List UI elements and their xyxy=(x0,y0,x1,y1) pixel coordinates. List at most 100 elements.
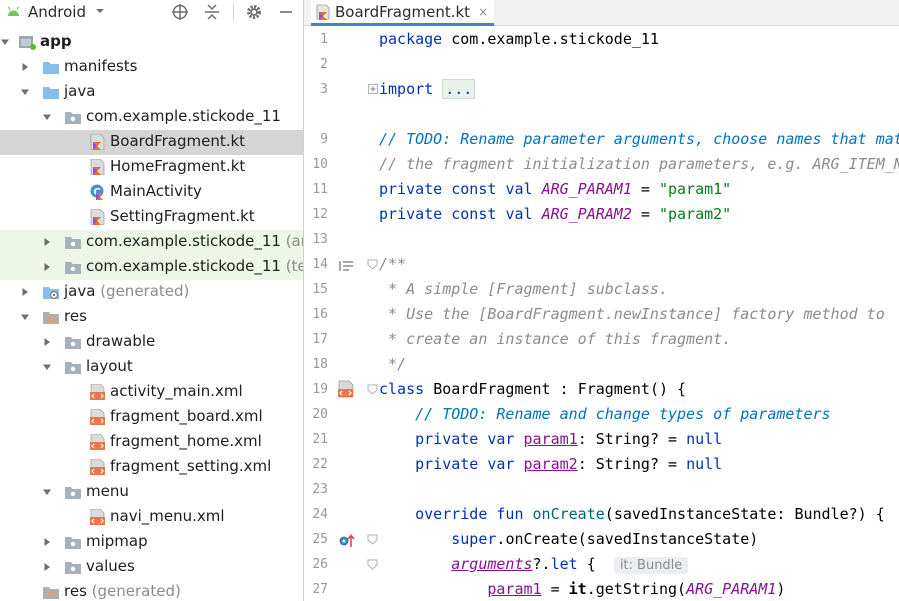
fold-collapse-icon[interactable] xyxy=(367,259,378,270)
hide-panel-button[interactable] xyxy=(276,2,296,22)
chevron-right-icon[interactable] xyxy=(42,237,52,247)
tree-item[interactable]: res (generated) xyxy=(0,580,303,601)
chevron-right-icon[interactable] xyxy=(42,262,52,272)
line-number: 2 xyxy=(320,57,328,72)
xml-layout-icon xyxy=(90,409,105,425)
chevron-down-icon[interactable] xyxy=(42,362,52,372)
line-number: 10 xyxy=(312,157,328,172)
code-line[interactable]: */ xyxy=(379,355,406,380)
chevron-right-icon[interactable] xyxy=(42,537,52,547)
package-icon xyxy=(65,262,81,274)
code-line[interactable]: // TODO: Rename parameter arguments, cho… xyxy=(379,130,899,155)
line-number: 17 xyxy=(312,332,328,347)
tree-item[interactable]: com.example.stickode_11 xyxy=(0,105,303,130)
tree-item[interactable]: java (generated) xyxy=(0,280,303,305)
code-line[interactable]: super.onCreate(savedInstanceState) xyxy=(379,530,758,555)
tree-item-label: layout xyxy=(86,357,133,375)
tree-item[interactable]: menu xyxy=(0,480,303,505)
line-number: 9 xyxy=(320,132,328,147)
tree-item[interactable]: fragment_home.xml xyxy=(0,430,303,455)
override-icon[interactable] xyxy=(339,534,355,548)
tree-item[interactable]: mipmap xyxy=(0,530,303,555)
code-line[interactable]: param1 = it.getString(ARG_PARAM1) xyxy=(379,580,785,601)
line-number: 18 xyxy=(312,357,328,372)
editor-gutter: 1 2 3 9 10 11 12 13 14 15 16 17 18 19 20… xyxy=(304,27,379,601)
line-number: 1 xyxy=(320,32,328,47)
chevron-down-icon[interactable] xyxy=(20,312,30,322)
chevron-down-icon[interactable] xyxy=(42,487,52,497)
fold-collapse-icon[interactable] xyxy=(367,559,378,570)
code-line[interactable]: package com.example.stickode_11 xyxy=(379,30,659,55)
chevron-down-icon[interactable] xyxy=(94,5,106,17)
code-line[interactable]: class BoardFragment : Fragment() { xyxy=(379,380,686,405)
tree-item[interactable]: app xyxy=(0,30,303,55)
tree-item[interactable]: C MainActivity xyxy=(0,180,303,205)
tree-item-label: values xyxy=(86,557,135,575)
code-editor: BoardFragment.kt × 1 2 3 9 10 11 12 13 1… xyxy=(304,0,899,601)
code-line[interactable]: private var param1: String? = null xyxy=(379,430,722,455)
tree-item[interactable]: layout xyxy=(0,355,303,380)
editor-tab-bar: BoardFragment.kt × xyxy=(304,0,899,26)
tree-item[interactable]: java xyxy=(0,80,303,105)
code-line[interactable]: import ... xyxy=(379,79,476,105)
tree-item[interactable]: navi_menu.xml xyxy=(0,505,303,530)
layout-file-link-icon[interactable] xyxy=(337,380,355,398)
tree-item[interactable]: values xyxy=(0,555,303,580)
package-icon xyxy=(65,362,81,374)
collapse-all-button[interactable] xyxy=(202,2,222,22)
code-line[interactable]: * A simple [Fragment] subclass. xyxy=(379,280,668,305)
fold-collapse-icon[interactable] xyxy=(367,384,378,395)
tree-item-label: manifests xyxy=(64,57,138,75)
tree-item[interactable]: com.example.stickode_11 (test) xyxy=(0,255,303,280)
chevron-down-icon[interactable] xyxy=(42,112,52,122)
locate-file-button[interactable] xyxy=(170,2,190,22)
tree-item[interactable]: HomeFragment.kt xyxy=(0,155,303,180)
kotlin-class-icon: C xyxy=(90,184,104,200)
fold-collapse-icon[interactable] xyxy=(367,534,378,545)
line-number: 21 xyxy=(312,432,328,447)
code-line[interactable]: // TODO: Rename and change types of para… xyxy=(379,405,830,430)
chevron-right-icon[interactable] xyxy=(20,287,30,297)
tree-item-hint: (generated) xyxy=(86,582,181,600)
settings-button[interactable] xyxy=(244,2,264,22)
tree-item-label: drawable xyxy=(86,332,156,350)
code-line[interactable]: private const val ARG_PARAM2 = "param2" xyxy=(379,205,731,230)
fold-expand-icon[interactable] xyxy=(368,84,378,94)
chevron-down-icon[interactable] xyxy=(0,37,10,47)
tree-item[interactable]: fragment_board.xml xyxy=(0,405,303,430)
tree-item-label: com.example.stickode_11 (test) xyxy=(86,257,303,275)
tree-item[interactable]: manifests xyxy=(0,55,303,80)
tree-item[interactable]: fragment_setting.xml xyxy=(0,455,303,480)
tree-item-label: HomeFragment.kt xyxy=(110,157,246,175)
code-line[interactable]: * create an instance of this fragment. xyxy=(379,330,731,355)
android-icon xyxy=(7,6,20,16)
tree-item-label: app xyxy=(40,32,72,50)
tree-item[interactable]: activity_main.xml xyxy=(0,380,303,405)
code-line[interactable]: override fun onCreate(savedInstanceState… xyxy=(379,505,885,530)
xml-layout-icon xyxy=(90,509,105,525)
tree-item-label: menu xyxy=(86,482,129,500)
render-doc-icon[interactable] xyxy=(339,259,355,273)
chevron-right-icon[interactable] xyxy=(42,337,52,347)
close-tab-icon[interactable]: × xyxy=(478,5,488,19)
tree-item[interactable]: drawable xyxy=(0,330,303,355)
tree-item-label: MainActivity xyxy=(110,182,202,200)
project-view-selector[interactable]: Android xyxy=(28,3,86,21)
chevron-right-icon[interactable] xyxy=(20,62,30,72)
chevron-right-icon[interactable] xyxy=(42,562,52,572)
chevron-down-icon[interactable] xyxy=(20,87,30,97)
code-line[interactable]: private const val ARG_PARAM1 = "param1" xyxy=(379,180,731,205)
kotlin-file-icon xyxy=(90,159,105,175)
tree-item[interactable]: SettingFragment.kt xyxy=(0,205,303,230)
code-line[interactable]: arguments?.let { it: Bundle xyxy=(379,555,689,580)
code-line[interactable]: /** xyxy=(379,255,406,280)
tree-item[interactable]: com.example.stickode_11 (andro xyxy=(0,230,303,255)
code-area[interactable]: package com.example.stickode_11import ..… xyxy=(379,27,899,601)
kotlin-file-icon xyxy=(316,4,330,20)
tab-boardfragment[interactable]: BoardFragment.kt × xyxy=(311,0,495,26)
code-line[interactable]: private var param2: String? = null xyxy=(379,455,722,480)
tree-item[interactable]: BoardFragment.kt xyxy=(0,130,303,155)
tree-item[interactable]: res xyxy=(0,305,303,330)
code-line[interactable]: * Use the [BoardFragment.newInstance] fa… xyxy=(379,305,885,330)
code-line[interactable]: // the fragment initialization parameter… xyxy=(379,155,899,180)
